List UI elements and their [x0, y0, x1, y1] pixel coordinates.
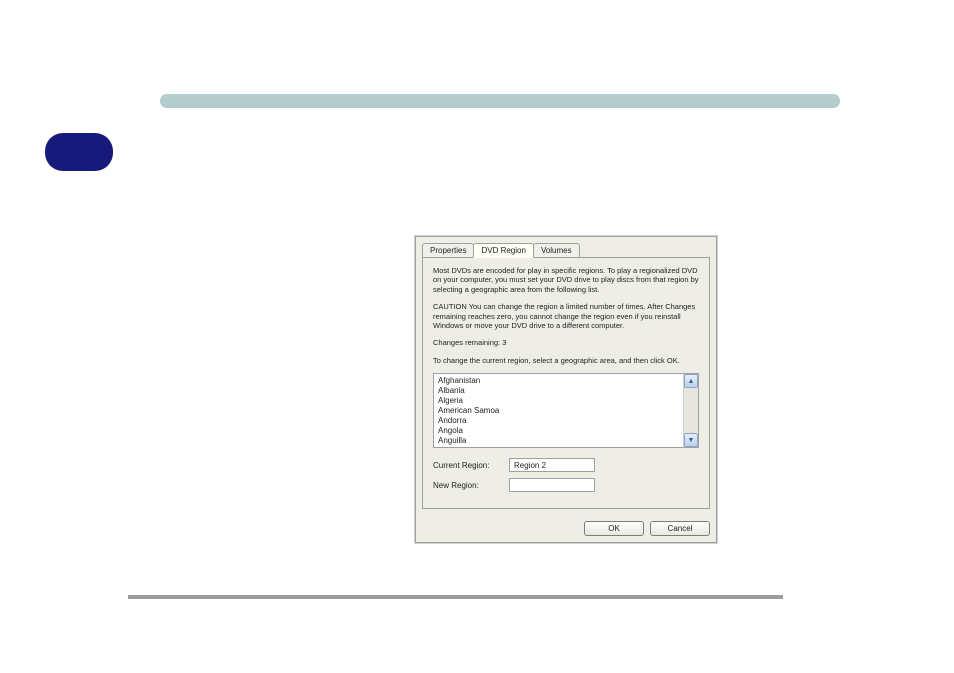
- tab-properties[interactable]: Properties: [422, 243, 474, 257]
- list-item[interactable]: American Samoa: [438, 406, 679, 416]
- decorative-blue-pill: [45, 133, 113, 171]
- ok-button[interactable]: OK: [584, 521, 644, 536]
- scroll-down-icon[interactable]: ▼: [684, 433, 698, 447]
- caution-text: CAUTION You can change the region a limi…: [433, 302, 699, 330]
- list-item[interactable]: Albania: [438, 386, 679, 396]
- scroll-up-icon[interactable]: ▲: [684, 374, 698, 388]
- decorative-bottom-bar: [128, 595, 783, 599]
- tab-panel-dvd-region: Most DVDs are encoded for play in specif…: [422, 257, 710, 509]
- tab-strip: Properties DVD Region Volumes: [422, 243, 710, 257]
- intro-text: Most DVDs are encoded for play in specif…: [433, 266, 699, 294]
- dvd-region-dialog: Properties DVD Region Volumes Most DVDs …: [415, 236, 717, 543]
- tab-dvd-region[interactable]: DVD Region: [473, 243, 533, 258]
- current-region-row: Current Region: Region 2: [433, 458, 699, 472]
- new-region-row: New Region:: [433, 478, 699, 492]
- list-item[interactable]: Algeria: [438, 396, 679, 406]
- cancel-button[interactable]: Cancel: [650, 521, 710, 536]
- tab-volumes[interactable]: Volumes: [533, 243, 580, 257]
- current-region-value: Region 2: [509, 458, 595, 472]
- changes-remaining-text: Changes remaining: 3: [433, 338, 699, 347]
- list-item[interactable]: Anguilla: [438, 436, 679, 446]
- new-region-value: [509, 478, 595, 492]
- region-list-items[interactable]: Afghanistan Albania Algeria American Sam…: [434, 374, 683, 447]
- scrollbar[interactable]: ▲ ▼: [683, 374, 698, 447]
- new-region-label: New Region:: [433, 481, 509, 490]
- list-item[interactable]: Afghanistan: [438, 376, 679, 386]
- dialog-button-row: OK Cancel: [416, 515, 716, 542]
- region-listbox[interactable]: Afghanistan Albania Algeria American Sam…: [433, 373, 699, 448]
- instruction-text: To change the current region, select a g…: [433, 356, 699, 365]
- decorative-top-bar: [160, 94, 840, 108]
- current-region-label: Current Region:: [433, 461, 509, 470]
- list-item[interactable]: Angola: [438, 426, 679, 436]
- list-item[interactable]: Andorra: [438, 416, 679, 426]
